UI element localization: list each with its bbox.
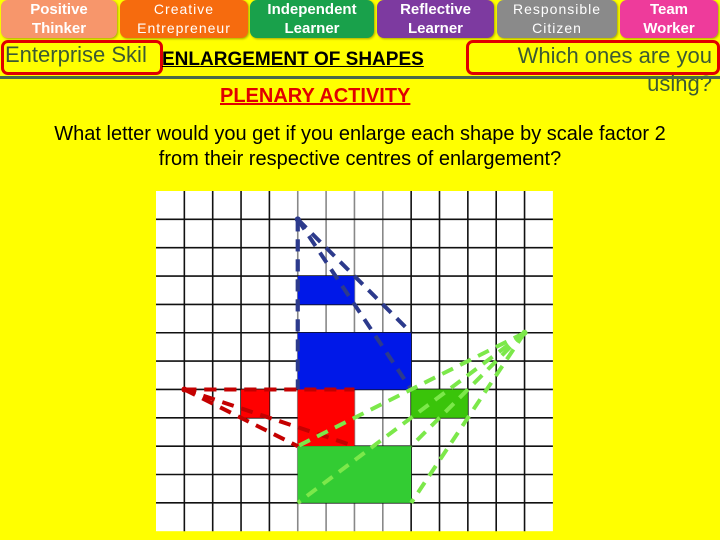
header-divider	[0, 76, 720, 79]
red-original-shape	[241, 389, 270, 418]
skill-label: Independent Learner	[267, 1, 357, 37]
skill-label: Reflective Learner	[400, 1, 471, 37]
grid-diagram-svg	[156, 191, 553, 532]
skill-independent-learner[interactable]: Independent Learner	[250, 0, 374, 38]
plenary-activity-heading: PLENARY ACTIVITY	[220, 85, 411, 107]
skill-label: Team Worker	[643, 1, 695, 37]
red-centre-of-enlargement	[181, 386, 188, 393]
which-ones-label: Which ones are you using?	[517, 43, 712, 96]
skill-positive-thinker[interactable]: Positive Thinker	[1, 0, 117, 38]
skill-label: Responsible Citizen	[512, 1, 602, 36]
green-enlarged-shape	[297, 446, 412, 503]
question-line-1: What letter would you get if you enlarge…	[54, 123, 666, 145]
question-text: What letter would you get if you enlarge…	[0, 122, 720, 172]
skill-responsible-citizen[interactable]: Responsible Citizen	[497, 0, 617, 38]
question-line-2: from their respective centres of enlarge…	[158, 148, 562, 170]
enlargement-diagram	[153, 188, 557, 539]
blue-centre-of-enlargement	[294, 216, 301, 223]
skill-label: Creative Entrepreneur	[137, 1, 231, 36]
green-centre-of-enlargement	[521, 329, 528, 336]
page-title: ENLARGEMENT OF SHAPES	[162, 49, 424, 70]
green-original-shape	[411, 389, 468, 418]
skill-label: Positive Thinker	[30, 1, 88, 37]
enterprise-skills-label: Enterprise Skil	[5, 42, 147, 67]
skill-reflective-learner[interactable]: Reflective Learner	[377, 0, 494, 38]
skill-team-worker[interactable]: Team Worker	[620, 0, 718, 38]
skill-creative-entrepreneur[interactable]: Creative Entrepreneur	[120, 0, 248, 38]
